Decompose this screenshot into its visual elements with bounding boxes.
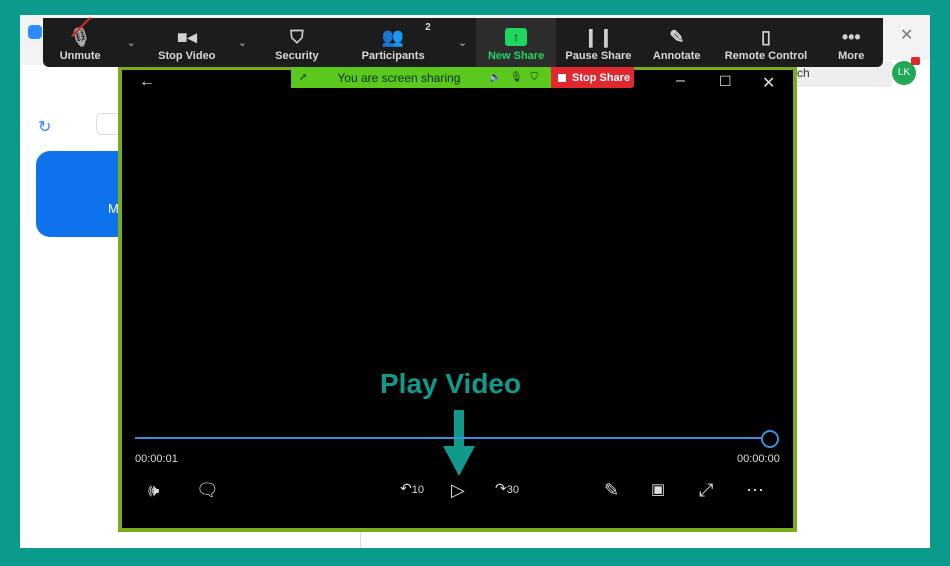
speaker-icon: 🔈 <box>489 72 502 83</box>
video-icon: ■◂ <box>176 27 197 47</box>
play-icon[interactable]: ▷ <box>451 480 465 501</box>
screen-sharing-bar: ➚ You are screen sharing 🔈 🎙 ⛉ <box>291 67 551 88</box>
shield-icon: ⛉ <box>530 72 539 83</box>
drag-handle-icon[interactable]: ➚ <box>299 72 307 83</box>
participants-button[interactable]: 👥 2 Participants <box>338 18 449 67</box>
participants-chevron-icon[interactable]: ⌄ <box>449 18 477 67</box>
current-time: 00:00:01 <box>135 453 178 465</box>
annotation-arrow-icon <box>443 410 475 476</box>
mini-view-icon[interactable]: ▣ <box>651 480 665 498</box>
pause-share-button[interactable]: ❙❙ Pause Share <box>556 18 641 67</box>
more-icon[interactable]: ⋯ <box>746 480 764 501</box>
refresh-icon[interactable]: ↻ <box>38 117 51 137</box>
pencil-icon: ✎ <box>669 27 685 47</box>
meeting-toolbar: 🎙 Unmute ⌄ ■◂ Stop Video ⌄ ⛉ Security 👥 2 Par… <box>43 17 883 67</box>
shield-icon: ⛉ <box>290 27 304 47</box>
label: Unmute <box>59 50 101 62</box>
label: More <box>838 50 865 62</box>
label: Annotate <box>652 50 701 62</box>
label: Stop Share <box>572 71 631 84</box>
minimize-icon[interactable]: – <box>676 72 685 90</box>
annotation-label: Play Video <box>380 368 522 399</box>
pause-icon: ❙❙ <box>583 27 614 47</box>
skip-forward-label: 30 <box>506 484 519 496</box>
skip-back-button[interactable]: ↶10 <box>400 480 424 497</box>
video-options-chevron-icon[interactable]: ⌄ <box>228 18 256 67</box>
maximize-icon[interactable]: ☐ <box>719 73 732 90</box>
close-icon[interactable]: ✕ <box>762 73 775 93</box>
avatar[interactable]: LK <box>892 57 920 85</box>
mic-muted-icon: 🎙 <box>69 17 92 50</box>
seek-bar[interactable] <box>135 437 765 439</box>
back-arrow-icon[interactable]: ← <box>139 73 155 91</box>
captions-icon[interactable]: 🗨 <box>196 480 219 501</box>
seek-thumb[interactable] <box>761 430 779 448</box>
avatar-initials: LK <box>897 67 911 78</box>
volume-icon[interactable]: 🕪 <box>148 480 159 501</box>
skip-back-label: 10 <box>411 484 424 496</box>
right-pane <box>797 60 930 548</box>
label: Stop Video <box>158 50 216 62</box>
skip-forward-button[interactable]: ↷30 <box>495 480 519 497</box>
participants-icon: 👥 <box>381 27 405 47</box>
label: New Share <box>487 50 545 62</box>
mouse-icon: ▯ <box>761 27 771 47</box>
annotate-button[interactable]: ✎ Annotate <box>641 18 712 67</box>
more-button[interactable]: ••• More <box>820 18 883 67</box>
label: Pause Share <box>565 50 632 62</box>
participant-count: 2 <box>425 22 431 33</box>
label: Participants <box>361 50 425 62</box>
share-up-icon: ↑ <box>505 28 528 46</box>
more-icon: ••• <box>841 27 861 47</box>
fullscreen-icon[interactable]: ⤢ <box>699 480 713 501</box>
stop-share-button[interactable]: Stop Share <box>551 67 634 88</box>
divider <box>360 530 361 548</box>
stop-icon <box>558 73 566 82</box>
unmute-button[interactable]: 🎙 Unmute <box>43 17 117 67</box>
stop-video-button[interactable]: ■◂ Stop Video <box>145 18 228 67</box>
security-button[interactable]: ⛉ Security <box>256 18 337 67</box>
label: Remote Control <box>724 50 808 62</box>
end-time: 00:00:00 <box>737 453 780 465</box>
pencil-icon[interactable]: ✎ <box>604 480 619 501</box>
new-share-button[interactable]: ↑ New Share <box>476 18 556 67</box>
remote-control-button[interactable]: ▯ Remote Control <box>712 18 819 67</box>
recording-dot-icon <box>911 57 920 65</box>
mic-muted-icon: 🎙 <box>509 72 523 83</box>
close-icon[interactable]: ✕ <box>900 25 913 45</box>
audio-options-chevron-icon[interactable]: ⌄ <box>117 18 145 67</box>
zoom-logo-icon <box>28 25 42 39</box>
label: Security <box>275 50 319 62</box>
sharing-status: You are screen sharing <box>337 70 461 85</box>
search-text: ch <box>797 66 810 80</box>
